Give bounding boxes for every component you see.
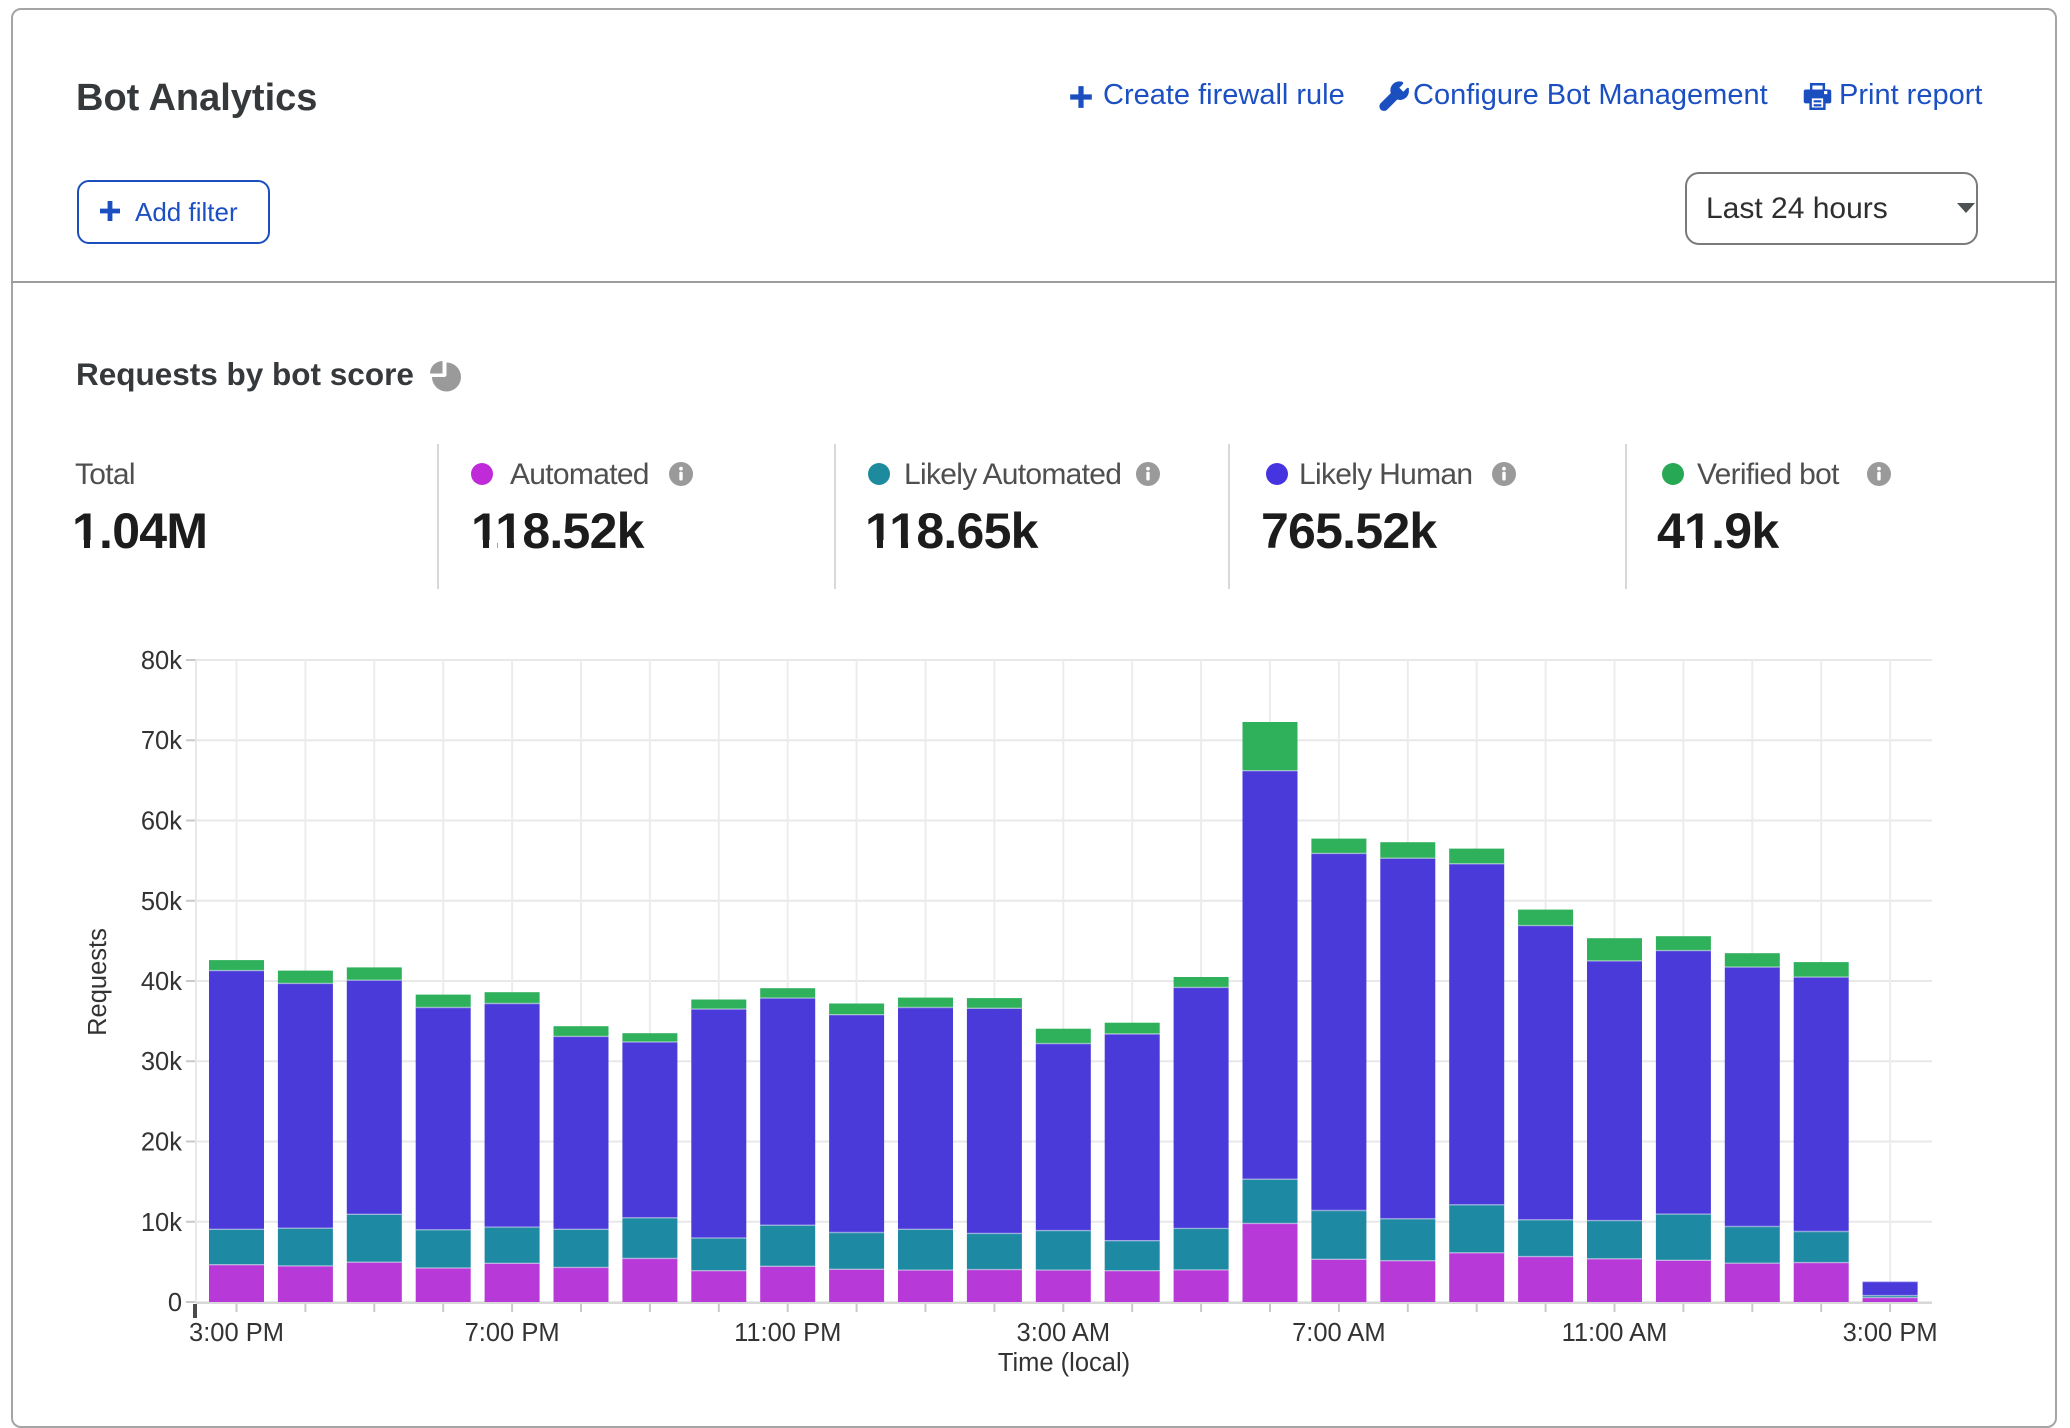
svg-text:20k: 20k: [141, 1129, 182, 1157]
svg-text:Requests: Requests: [84, 928, 112, 1036]
svg-text:0: 0: [168, 1289, 182, 1317]
svg-text:3:00 PM: 3:00 PM: [189, 1319, 284, 1347]
svg-text:7:00 PM: 7:00 PM: [465, 1319, 560, 1347]
svg-text:Time (local): Time (local): [998, 1349, 1130, 1377]
svg-text:50k: 50k: [141, 888, 182, 916]
svg-text:70k: 70k: [141, 727, 182, 755]
svg-text:10k: 10k: [141, 1209, 182, 1237]
svg-text:11:00 AM: 11:00 AM: [1562, 1319, 1668, 1347]
svg-text:40k: 40k: [141, 968, 182, 996]
svg-text:3:00 PM: 3:00 PM: [1843, 1319, 1938, 1347]
svg-text:80k: 80k: [141, 647, 182, 675]
svg-text:3:00 AM: 3:00 AM: [1017, 1319, 1111, 1347]
svg-text:30k: 30k: [141, 1048, 182, 1076]
svg-text:7:00 AM: 7:00 AM: [1292, 1319, 1386, 1347]
svg-text:60k: 60k: [141, 808, 182, 836]
svg-text:11:00 PM: 11:00 PM: [734, 1319, 841, 1347]
